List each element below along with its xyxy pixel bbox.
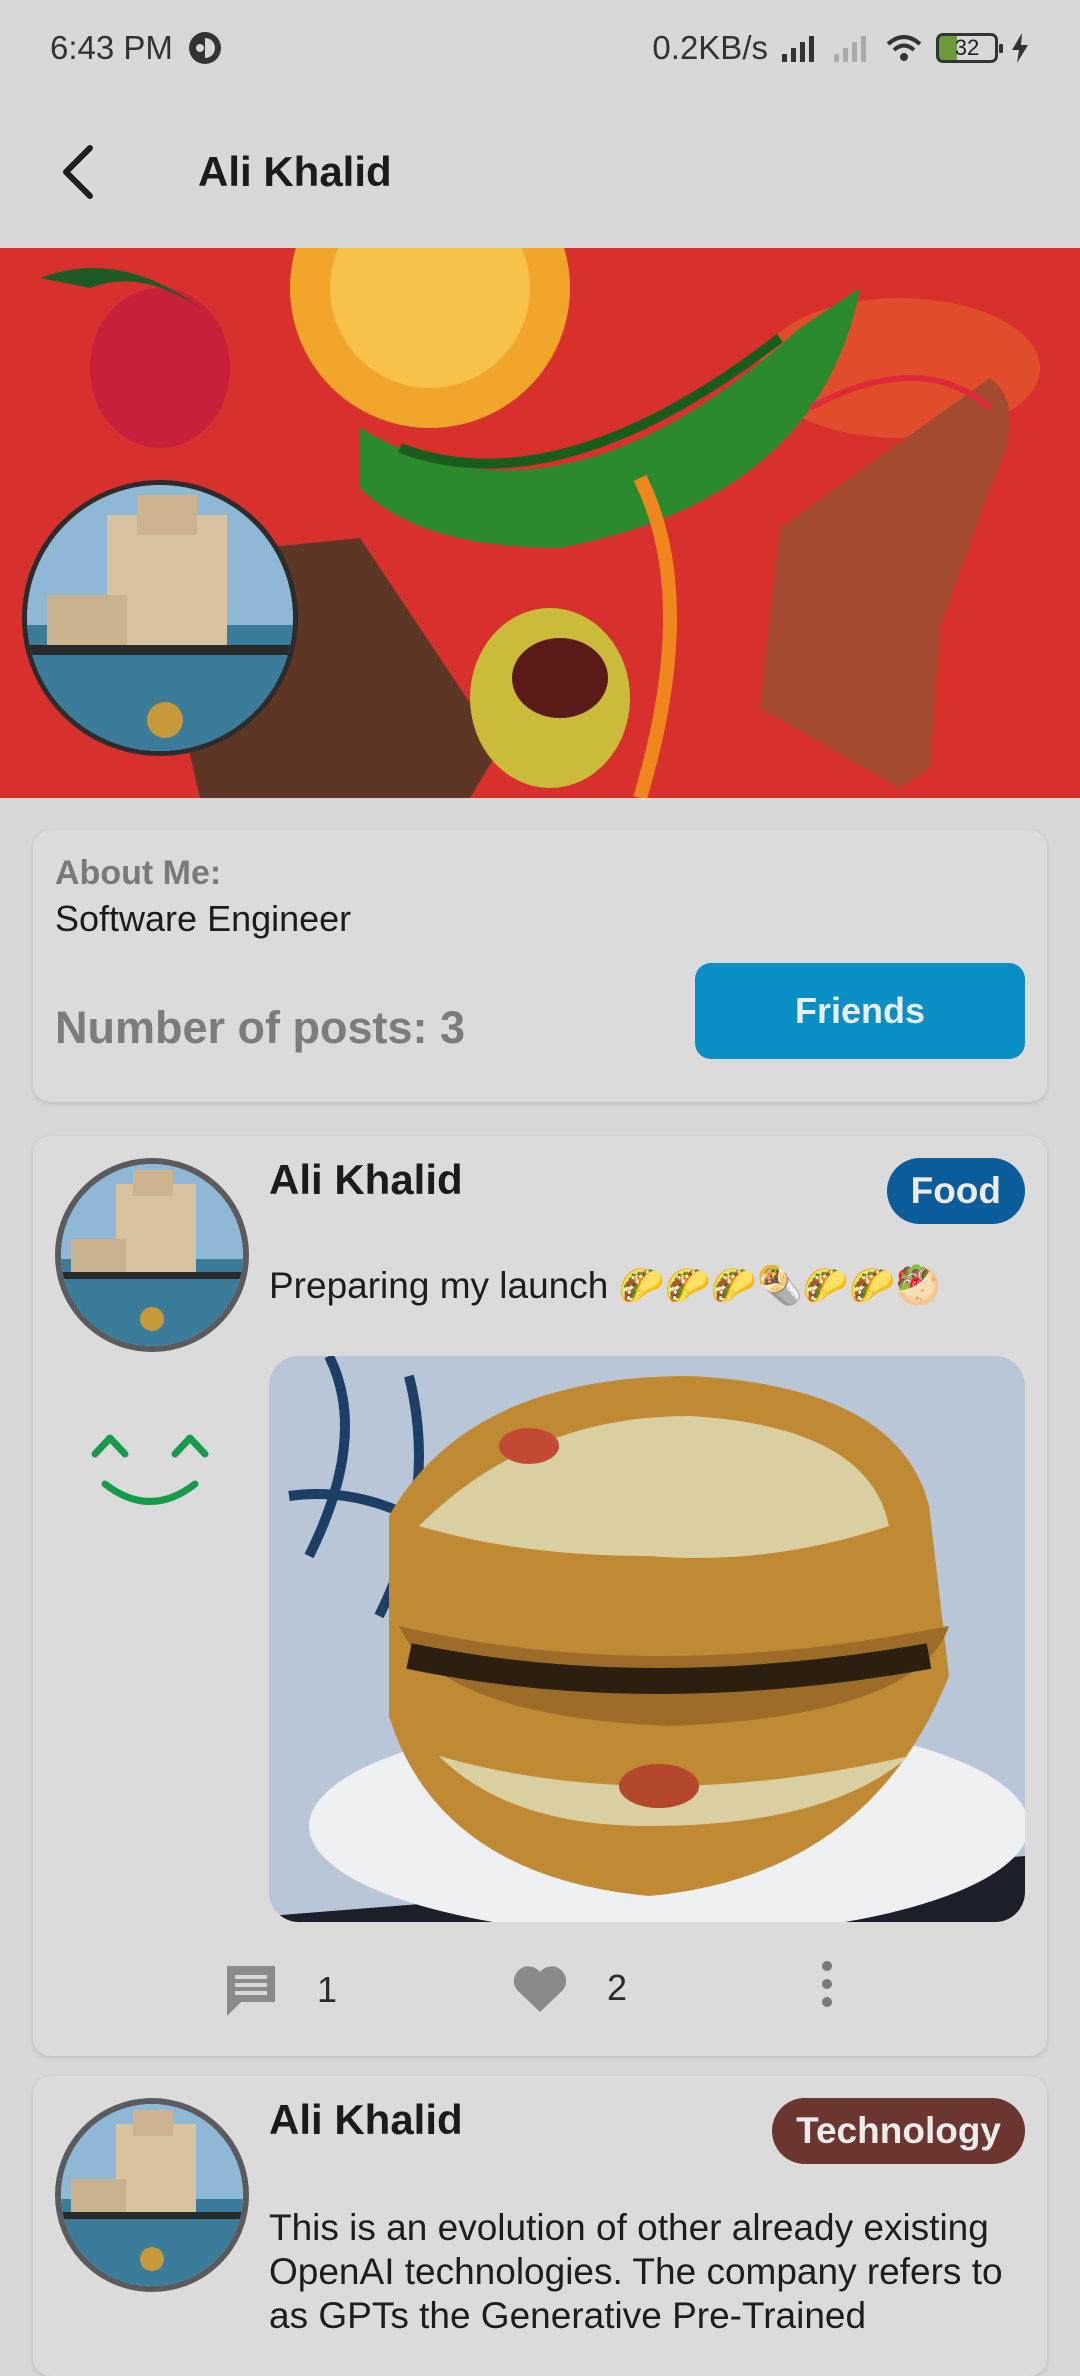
about-value: Software Engineer — [55, 898, 352, 939]
more-options-button[interactable] — [817, 1958, 837, 2010]
charging-icon — [1012, 33, 1028, 63]
more-vertical-icon — [822, 1961, 832, 2007]
post-actions: 1 2 — [33, 1946, 1047, 2026]
post-card: Ali Khalid Technology This is an evoluti… — [33, 2076, 1047, 2376]
post-author[interactable]: Ali Khalid — [269, 2096, 463, 2144]
app-bar: Ali Khalid — [0, 96, 1080, 248]
status-bar: 6:43 PM 0.2KB/s 32 — [0, 0, 1080, 96]
post-text: Preparing my launch 🌮🌮🌮🌯🌮🌮🥙 — [269, 1265, 942, 1306]
post-card: Ali Khalid Food Preparing my launch 🌮🌮🌮🌯… — [33, 1136, 1047, 2056]
app-notification-icon — [188, 32, 221, 64]
likes-count: 2 — [607, 1967, 628, 2008]
back-button[interactable] — [28, 122, 128, 222]
battery-level: 32 — [954, 35, 980, 60]
post-image[interactable] — [269, 1356, 1025, 1922]
signal-icon — [782, 36, 814, 62]
category-badge: Technology — [772, 2098, 1025, 2164]
posts-count: Number of posts: 3 — [55, 1002, 466, 1053]
battery-icon: 32 — [936, 33, 1003, 63]
like-button[interactable]: 2 — [511, 1962, 627, 2014]
post-avatar[interactable] — [55, 2098, 249, 2292]
signal-secondary-icon — [834, 36, 866, 62]
network-speed: 0.2KB/s — [652, 29, 768, 66]
friends-button[interactable]: Friends — [695, 963, 1025, 1059]
wifi-icon — [886, 35, 922, 61]
about-label: About Me: — [55, 854, 222, 892]
comments-count: 1 — [317, 1969, 338, 2010]
heart-icon — [513, 1966, 567, 2012]
status-time: 6:43 PM — [50, 29, 173, 66]
about-card: About Me: Software Engineer Number of po… — [33, 830, 1047, 1102]
happy-mood-icon — [91, 1434, 209, 1505]
comment-icon — [227, 1966, 275, 2016]
profile-avatar[interactable] — [22, 480, 298, 756]
post-author[interactable]: Ali Khalid — [269, 1156, 463, 1204]
page-title: Ali Khalid — [198, 148, 392, 195]
category-badge: Food — [886, 1158, 1025, 1224]
back-arrow-icon — [63, 145, 93, 199]
post-text: This is an evolution of other already ex… — [269, 2207, 1003, 2336]
comments-button[interactable]: 1 — [223, 1962, 337, 2018]
post-avatar[interactable] — [55, 1158, 249, 1352]
